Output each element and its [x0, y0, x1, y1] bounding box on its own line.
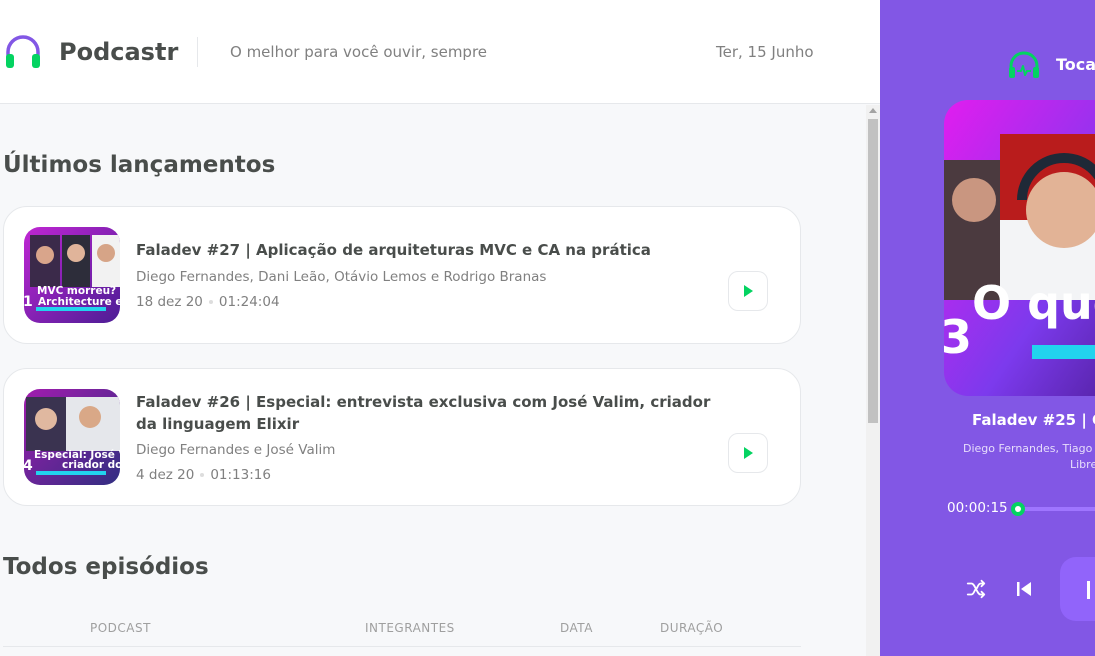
scroll-up-arrow-icon[interactable]	[869, 108, 877, 113]
player-members-line2: Libre	[1070, 458, 1095, 471]
episode-duration: 01:13:16	[210, 467, 271, 483]
table-header-divider	[3, 646, 801, 647]
scrollbar-thumb[interactable]	[868, 119, 878, 423]
episode-duration: 01:24:04	[218, 294, 280, 310]
episode-thumbnail[interactable]: MVC morreu? C Architecture e 1	[24, 227, 120, 323]
separator-dot	[200, 473, 205, 477]
app-name: Podcastr	[59, 38, 179, 66]
player-panel: Tocan O que 3 Faladev #25 | O Diego Fern…	[880, 0, 1095, 656]
episode-meta: 18 dez 20 01:24:04	[136, 294, 280, 310]
playing-headphones-icon	[1009, 51, 1039, 78]
thumbnail-caption-line2: criador do	[62, 459, 120, 471]
shuffle-icon	[966, 579, 986, 599]
app-tagline: O melhor para você ouvir, sempre	[230, 43, 488, 61]
column-header-duration: DURAÇÃO	[660, 621, 724, 635]
separator-dot	[208, 300, 213, 304]
column-header-members: INTEGRANTES	[365, 621, 455, 635]
previous-button[interactable]	[1010, 575, 1038, 603]
player-members-line1: Diego Fernandes, Tiago	[963, 442, 1093, 455]
play-pause-button[interactable]	[1060, 557, 1095, 621]
latest-section-title: Últimos lançamentos	[3, 152, 276, 178]
all-episodes-section-title: Todos episódios	[3, 554, 209, 580]
column-header-date: DATA	[560, 621, 593, 635]
episode-date: 4 dez 20	[136, 467, 195, 483]
pause-icon	[1087, 581, 1090, 599]
cover-number: 3	[944, 310, 973, 364]
player-episode-title: Faladev #25 | O	[972, 411, 1095, 429]
shuffle-button[interactable]	[962, 575, 990, 603]
thumbnail-number: 4	[24, 458, 33, 474]
latest-episode-card[interactable]: MVC morreu? C Architecture e 1 Faladev #…	[3, 206, 801, 344]
headphones-logo-icon	[6, 35, 40, 68]
episode-title[interactable]: Faladev #27 | Aplicação de arquiteturas …	[136, 239, 716, 261]
cover-text: O que	[972, 276, 1095, 330]
current-date: Ter, 15 Junho	[716, 43, 814, 61]
play-icon	[744, 285, 753, 297]
episode-members: Diego Fernandes, Dani Leão, Otávio Lemos…	[136, 269, 547, 285]
thumbnail-caption-line2: Architecture e	[38, 296, 120, 308]
episode-title[interactable]: Faladev #26 | Especial: entrevista exclu…	[136, 391, 716, 435]
progress-slider[interactable]	[1016, 507, 1095, 511]
player-cover-image: O que 3	[944, 100, 1095, 396]
episode-thumbnail[interactable]: Especial: José V criador do 4	[24, 389, 120, 485]
play-icon	[744, 447, 753, 459]
episode-meta: 4 dez 20 01:13:16	[136, 467, 271, 483]
progress-knob[interactable]	[1011, 502, 1025, 516]
play-episode-button[interactable]	[728, 271, 768, 311]
player-current-time: 00:00:15	[947, 500, 1008, 516]
header-divider	[197, 37, 198, 67]
latest-episode-card[interactable]: Especial: José V criador do 4 Faladev #2…	[3, 368, 801, 506]
thumbnail-number: 1	[24, 294, 33, 310]
episode-members: Diego Fernandes e José Valim	[136, 442, 336, 458]
player-heading: Tocan	[1056, 55, 1095, 74]
column-header-podcast: PODCAST	[90, 621, 151, 635]
episode-date: 18 dez 20	[136, 294, 203, 310]
app-header: Podcastr O melhor para você ouvir, sempr…	[0, 0, 880, 104]
play-episode-button[interactable]	[728, 433, 768, 473]
player-episode-members: Diego Fernandes, Tiago Libre	[940, 441, 1095, 473]
skip-previous-icon	[1017, 582, 1031, 596]
